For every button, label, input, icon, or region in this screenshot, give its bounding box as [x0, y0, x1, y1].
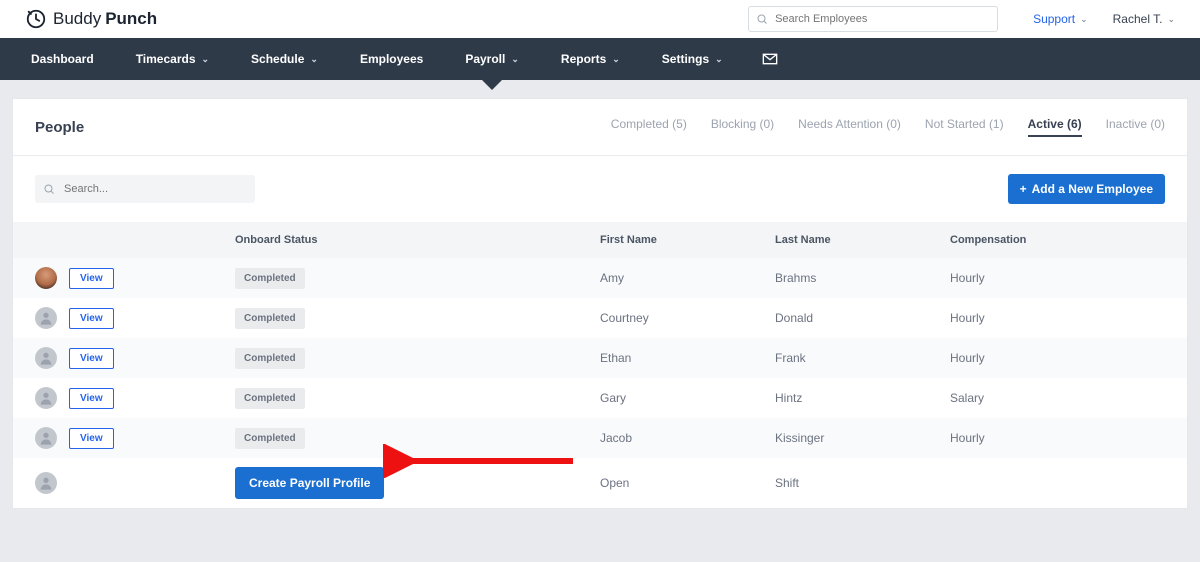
status-tab[interactable]: Not Started (1): [925, 117, 1004, 137]
nav-item-schedule[interactable]: Schedule ⌄: [238, 38, 331, 80]
status-badge: Completed: [235, 268, 305, 289]
status-tab[interactable]: Inactive (0): [1106, 117, 1165, 137]
nav-item-reports[interactable]: Reports ⌄: [548, 38, 633, 80]
nav-item-label: Employees: [360, 52, 423, 66]
nav-item-label: Timecards: [136, 52, 196, 66]
nav-item-employees[interactable]: Employees: [347, 38, 436, 80]
brand-logo[interactable]: Buddy Punch: [25, 8, 157, 30]
table-row: View Completed JacobKissingerHourly: [13, 418, 1187, 458]
view-button[interactable]: View: [69, 308, 114, 329]
cell-first-name: Ethan: [600, 351, 775, 365]
cell-compensation: Hourly: [950, 311, 1165, 325]
cell-first-name: Jacob: [600, 431, 775, 445]
table-row: View Completed GaryHintzSalary: [13, 378, 1187, 418]
user-menu[interactable]: Rachel T. ⌄: [1113, 12, 1175, 26]
user-name: Rachel T.: [1113, 12, 1163, 26]
cell-last-name: Brahms: [775, 271, 950, 285]
col-header-last: Last Name: [775, 234, 950, 246]
plus-icon: +: [1020, 182, 1027, 196]
clock-icon: [25, 8, 47, 30]
cell-last-name: Donald: [775, 311, 950, 325]
cell-last-name: Frank: [775, 351, 950, 365]
chevron-down-icon: ⌄: [202, 54, 210, 65]
status-tab[interactable]: Active (6): [1028, 117, 1082, 137]
view-button[interactable]: View: [69, 268, 114, 289]
global-search-input[interactable]: [748, 6, 998, 32]
status-badge: Completed: [235, 348, 305, 369]
avatar-placeholder-icon: [35, 387, 57, 409]
table-row: View Completed AmyBrahmsHourly: [13, 258, 1187, 298]
nav-item-label: Settings: [662, 52, 709, 66]
status-badge: Completed: [235, 388, 305, 409]
chevron-down-icon: ⌄: [612, 54, 620, 65]
chevron-down-icon: ⌄: [715, 54, 723, 65]
avatar-photo: [35, 267, 57, 289]
chevron-down-icon: ⌄: [1167, 14, 1175, 25]
table-header-row: Onboard Status First Name Last Name Comp…: [13, 222, 1187, 258]
search-icon: [756, 12, 768, 30]
status-tab[interactable]: Completed (5): [611, 117, 687, 137]
status-tab[interactable]: Needs Attention (0): [798, 117, 901, 137]
avatar-placeholder-icon: [35, 427, 57, 449]
global-search[interactable]: [748, 6, 998, 32]
brand-text-light: Buddy: [53, 9, 101, 29]
add-employee-button[interactable]: + Add a New Employee: [1008, 174, 1165, 204]
chevron-down-icon: ⌄: [511, 54, 519, 65]
col-header-comp: Compensation: [950, 234, 1165, 246]
table-row: View Completed EthanFrankHourly: [13, 338, 1187, 378]
mail-icon[interactable]: [762, 51, 778, 67]
nav-item-label: Payroll: [465, 52, 505, 66]
cell-last-name: Hintz: [775, 391, 950, 405]
cell-first-name: Gary: [600, 391, 775, 405]
chevron-down-icon: ⌄: [310, 54, 318, 65]
cell-last-name: Shift: [775, 476, 950, 490]
status-badge: Completed: [235, 308, 305, 329]
cell-last-name: Kissinger: [775, 431, 950, 445]
view-button[interactable]: View: [69, 348, 114, 369]
people-search-input[interactable]: [35, 175, 255, 203]
avatar-placeholder-icon: [35, 472, 57, 494]
table-row: Create Payroll Profile OpenShift: [13, 458, 1187, 508]
status-tab[interactable]: Blocking (0): [711, 117, 774, 137]
page-title: People: [35, 119, 84, 136]
status-badge: Completed: [235, 428, 305, 449]
people-search[interactable]: [35, 175, 255, 203]
nav-item-payroll[interactable]: Payroll ⌄: [452, 38, 532, 80]
employee-table: Onboard Status First Name Last Name Comp…: [13, 222, 1187, 508]
col-header-onboard: Onboard Status: [235, 234, 600, 246]
cell-compensation: Hourly: [950, 431, 1165, 445]
brand-text-bold: Punch: [105, 9, 157, 29]
avatar-placeholder-icon: [35, 307, 57, 329]
nav-item-timecards[interactable]: Timecards ⌄: [123, 38, 222, 80]
create-payroll-profile-button[interactable]: Create Payroll Profile: [235, 467, 384, 499]
cell-compensation: Hourly: [950, 271, 1165, 285]
support-link[interactable]: Support ⌄: [1033, 12, 1088, 26]
status-tabs: Completed (5) Blocking (0) Needs Attention…: [611, 117, 1165, 137]
nav-item-label: Schedule: [251, 52, 304, 66]
avatar-placeholder-icon: [35, 347, 57, 369]
add-employee-label: Add a New Employee: [1032, 182, 1153, 196]
nav-item-dashboard[interactable]: Dashboard: [18, 38, 107, 80]
nav-item-settings[interactable]: Settings ⌄: [649, 38, 736, 80]
search-icon: [43, 182, 55, 200]
people-panel: People Completed (5) Blocking (0) Needs At…: [12, 98, 1188, 509]
main-nav: Dashboard Timecards ⌄ Schedule ⌄ Employees Pay…: [0, 38, 1200, 80]
support-label: Support: [1033, 12, 1075, 26]
table-row: View Completed CourtneyDonaldHourly: [13, 298, 1187, 338]
chevron-down-icon: ⌄: [1080, 14, 1088, 25]
cell-compensation: Hourly: [950, 351, 1165, 365]
cell-first-name: Courtney: [600, 311, 775, 325]
cell-compensation: Salary: [950, 391, 1165, 405]
cell-first-name: Amy: [600, 271, 775, 285]
nav-item-label: Reports: [561, 52, 606, 66]
col-header-first: First Name: [600, 234, 775, 246]
view-button[interactable]: View: [69, 428, 114, 449]
cell-first-name: Open: [600, 476, 775, 490]
nav-item-label: Dashboard: [31, 52, 94, 66]
view-button[interactable]: View: [69, 388, 114, 409]
